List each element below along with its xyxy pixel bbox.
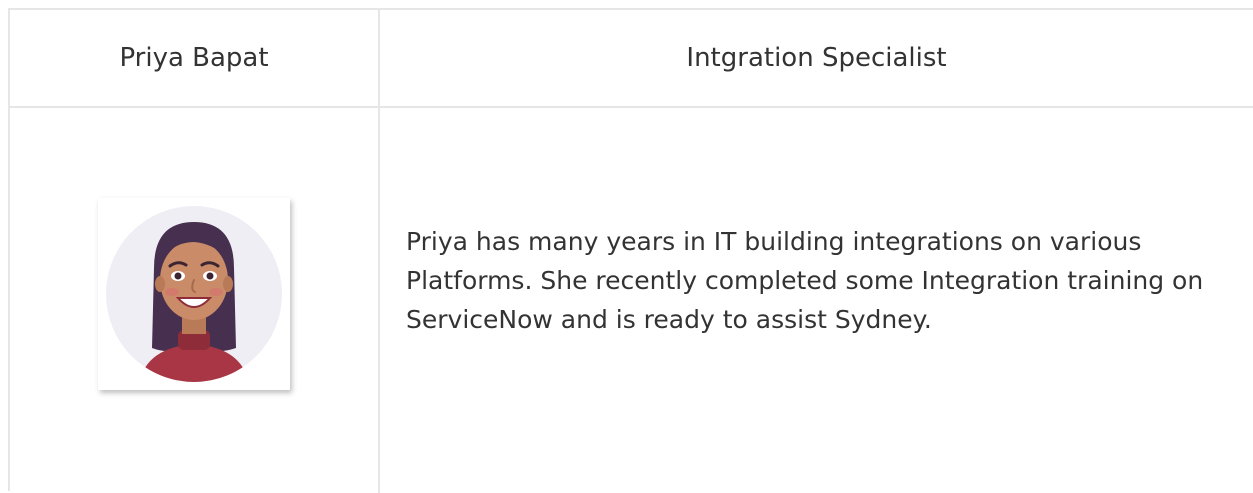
persona-table: Priya Bapat Intgration Specialist Priya … bbox=[8, 8, 1253, 493]
persona-name: Priya Bapat bbox=[119, 43, 269, 73]
persona-role: Intgration Specialist bbox=[686, 43, 947, 73]
persona-bio: Priya has many years in IT building inte… bbox=[406, 227, 1204, 334]
woman-avatar-icon bbox=[106, 206, 282, 382]
column-divider bbox=[378, 10, 380, 493]
persona-header-row: Priya Bapat Intgration Specialist bbox=[10, 10, 1253, 108]
avatar bbox=[98, 198, 290, 390]
